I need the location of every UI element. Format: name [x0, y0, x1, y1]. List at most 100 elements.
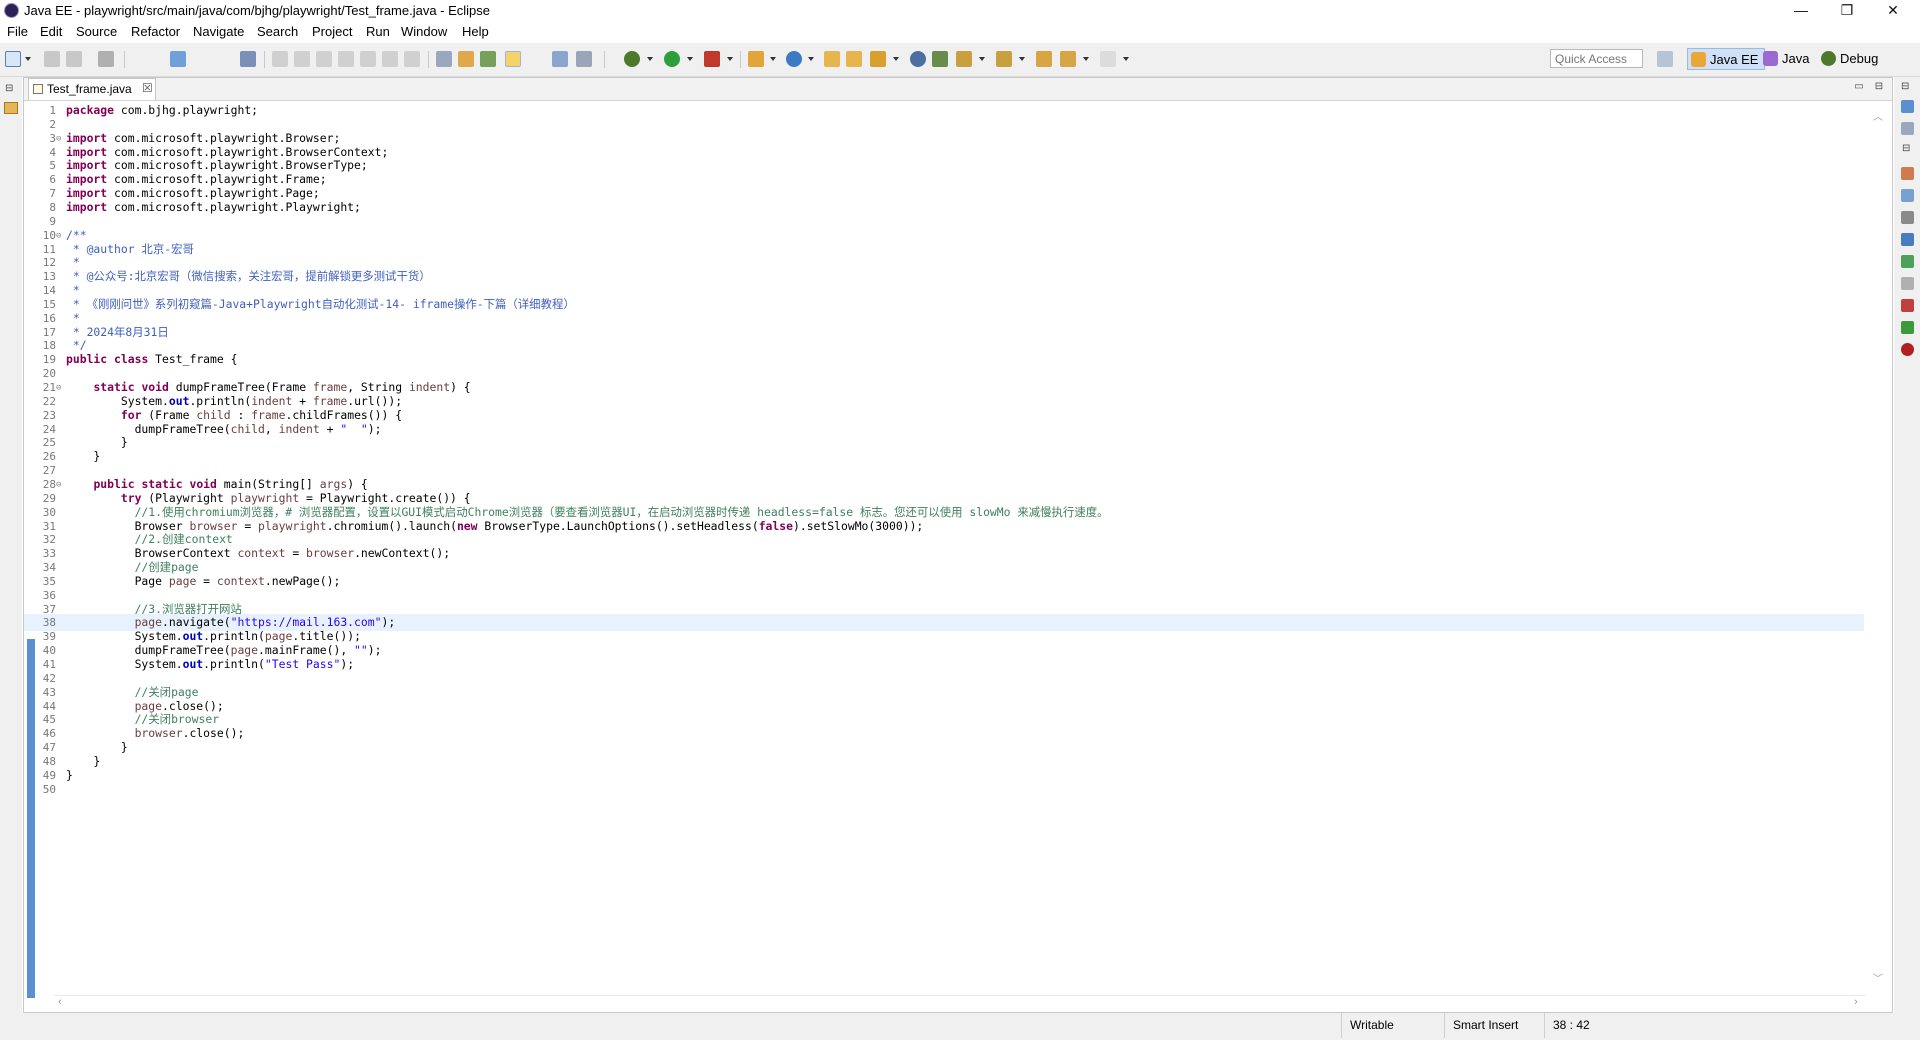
menu-edit[interactable]: Edit: [40, 24, 62, 39]
scroll-right-icon[interactable]: ›: [1854, 996, 1858, 1008]
mark-occurrences-icon[interactable]: [505, 51, 521, 67]
prev-annotation-dropdown-icon[interactable]: [1019, 57, 1025, 61]
code-line[interactable]: 50: [24, 781, 1864, 798]
menu-search[interactable]: Search: [257, 24, 298, 39]
terminate-icon[interactable]: [316, 51, 332, 67]
web-browser-icon[interactable]: [910, 51, 926, 67]
vertical-scrollbar[interactable]: ︿ ﹀: [1868, 102, 1888, 992]
menu-project[interactable]: Project: [312, 24, 352, 39]
eclipse-logo-icon: [4, 3, 19, 18]
console-icon[interactable]: [1901, 233, 1914, 246]
menu-window[interactable]: Window: [401, 24, 447, 39]
window-title: Java EE - playwright/src/main/java/com/b…: [24, 3, 491, 18]
server-dropdown-icon[interactable]: [770, 57, 776, 61]
scroll-up-icon[interactable]: ︿: [1873, 108, 1883, 123]
show-whitespace-icon[interactable]: [576, 51, 592, 67]
quick-access-input[interactable]: Quick Access: [1550, 49, 1643, 68]
data-source-icon[interactable]: [1901, 255, 1914, 268]
debug-icon[interactable]: [624, 51, 640, 67]
left-trim-stack: ⊟: [0, 77, 22, 1017]
save-all-icon[interactable]: [66, 51, 82, 67]
outline-icon[interactable]: [1901, 100, 1914, 113]
step-return-icon[interactable]: [404, 51, 420, 67]
menu-navigate[interactable]: Navigate: [193, 24, 244, 39]
progress-icon[interactable]: [1901, 321, 1914, 334]
prev-annotation-icon[interactable]: [996, 51, 1012, 67]
new-server-icon[interactable]: [748, 51, 764, 67]
step-over-icon[interactable]: [382, 51, 398, 67]
junit-icon[interactable]: [1901, 343, 1914, 356]
class-dropdown-icon[interactable]: [808, 57, 814, 61]
minimize-button[interactable]: —: [1778, 0, 1824, 22]
next-annotation-dropdown-icon[interactable]: [979, 57, 985, 61]
forward-icon[interactable]: [1100, 51, 1116, 67]
status-bar: Writable Smart Insert 38 : 42: [0, 1013, 1920, 1040]
new-java-class-icon[interactable]: [786, 51, 802, 67]
editor-tab-strip: Test_frame.java ☒ ▭ ⊟: [24, 78, 1892, 101]
back-dropdown-icon[interactable]: [1083, 57, 1089, 61]
search-dropdown-icon[interactable]: [893, 57, 899, 61]
minimize-editor-icon[interactable]: ▭: [1852, 80, 1866, 94]
suspend-icon[interactable]: [294, 51, 310, 67]
problems-icon[interactable]: [1901, 299, 1914, 312]
restore-right-icon[interactable]: ⊟: [1901, 81, 1909, 92]
horizontal-scrollbar[interactable]: ‹ ›: [54, 995, 1866, 1012]
forward-dropdown-icon[interactable]: [1123, 57, 1129, 61]
next-annotation-icon[interactable]: [956, 51, 972, 67]
tab-test-frame-java[interactable]: Test_frame.java ☒: [28, 78, 156, 100]
scroll-left-icon[interactable]: ‹: [58, 996, 62, 1008]
scroll-down-icon[interactable]: ﹀: [1873, 970, 1883, 985]
annotations-icon[interactable]: [932, 51, 948, 67]
menu-run[interactable]: Run: [366, 24, 390, 39]
open-folder-icon[interactable]: [824, 51, 840, 67]
open-resource-icon[interactable]: [480, 51, 496, 67]
menu-source[interactable]: Source: [76, 24, 117, 39]
print-icon[interactable]: [98, 51, 114, 67]
maximize-editor-icon[interactable]: ⊟: [1872, 80, 1886, 94]
servers-icon[interactable]: [1901, 211, 1914, 224]
drop-to-frame-icon[interactable]: [436, 51, 452, 67]
task-list-icon[interactable]: [1901, 122, 1914, 135]
menu-help[interactable]: Help: [462, 24, 489, 39]
tab-close-icon[interactable]: ☒: [142, 81, 153, 95]
status-writable: Writable: [1341, 1013, 1444, 1038]
menu-file[interactable]: File: [7, 24, 28, 39]
open-perspective-icon[interactable]: [1657, 51, 1673, 67]
disconnect-icon[interactable]: [338, 51, 354, 67]
java-icon: [1763, 51, 1778, 66]
perspective-debug[interactable]: Debug: [1818, 48, 1884, 70]
open-type-icon[interactable]: [458, 51, 474, 67]
package-explorer-icon[interactable]: [4, 102, 18, 114]
close-button[interactable]: ✕: [1870, 0, 1916, 22]
debug-perspective-icon: [1821, 51, 1836, 66]
restore-bottom-icon[interactable]: ⊟: [1902, 143, 1910, 154]
perspective-java[interactable]: Java: [1760, 48, 1815, 70]
terminal-icon[interactable]: [170, 51, 186, 67]
open-task-icon[interactable]: [846, 51, 862, 67]
last-edit-icon[interactable]: [1036, 51, 1052, 67]
resume-icon[interactable]: [272, 51, 288, 67]
run-dropdown-icon[interactable]: [687, 57, 693, 61]
properties-icon[interactable]: [1901, 189, 1914, 202]
restore-button[interactable]: ❐: [1824, 0, 1870, 22]
status-insert-mode[interactable]: Smart Insert: [1444, 1013, 1544, 1038]
run-external-tool-icon[interactable]: [704, 51, 720, 67]
menu-refactor[interactable]: Refactor: [131, 24, 180, 39]
save-icon[interactable]: [44, 51, 60, 67]
skip-breakpoints-icon[interactable]: [240, 51, 256, 67]
new-dropdown-icon[interactable]: [25, 57, 31, 61]
restore-left-icon[interactable]: ⊟: [5, 83, 13, 94]
back-icon[interactable]: [1060, 51, 1076, 67]
run-icon[interactable]: [664, 51, 680, 67]
debug-dropdown-icon[interactable]: [647, 57, 653, 61]
step-into-icon[interactable]: [360, 51, 376, 67]
markers-icon[interactable]: [1901, 167, 1914, 180]
java-file-icon: [33, 84, 43, 94]
external-tool-dropdown-icon[interactable]: [727, 57, 733, 61]
search-icon[interactable]: [870, 51, 886, 67]
perspective-java-ee[interactable]: Java EE: [1687, 48, 1766, 70]
new-icon[interactable]: [5, 51, 21, 67]
snippets-icon[interactable]: [1901, 277, 1914, 290]
block-selection-icon[interactable]: [552, 51, 568, 67]
code-editor[interactable]: 1 package com.bjhg.playwright; 2 3 ⊖ import c…: [24, 104, 1864, 994]
